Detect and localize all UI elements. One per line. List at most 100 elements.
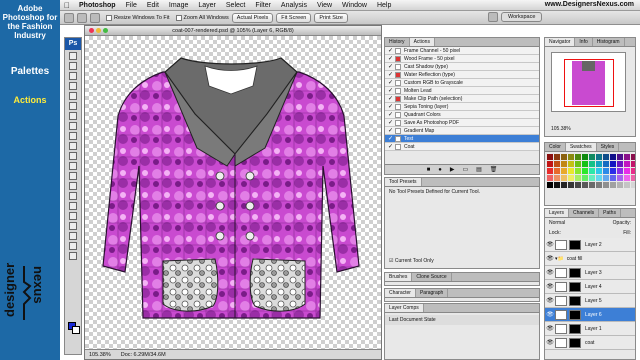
color-swatch[interactable] — [610, 161, 616, 167]
color-swatch[interactable] — [617, 154, 623, 160]
menu-analysis[interactable]: Analysis — [276, 2, 312, 9]
close-icon[interactable] — [89, 28, 94, 33]
visibility-eye-icon[interactable]: 👁 — [545, 297, 555, 304]
color-swatch[interactable] — [610, 154, 616, 160]
layer-row[interactable]: 👁 coat — [545, 336, 635, 350]
color-swatch[interactable] — [603, 161, 609, 167]
dialog-toggle-icon[interactable] — [395, 63, 401, 70]
play-icon[interactable]: ▶ — [450, 166, 455, 173]
action-check-icon[interactable]: ✓ — [388, 56, 394, 62]
color-swatch[interactable] — [624, 168, 630, 174]
action-check-icon[interactable]: ✓ — [388, 112, 394, 118]
menu-photoshop[interactable]: Photoshop — [74, 2, 121, 9]
color-swatch[interactable] — [554, 161, 560, 167]
hand-tool-icon[interactable] — [69, 242, 77, 250]
lasso-tool-icon[interactable] — [69, 72, 77, 80]
dialog-toggle-icon[interactable] — [395, 127, 401, 134]
blur-tool-icon[interactable] — [69, 172, 77, 180]
color-swatch[interactable] — [624, 175, 630, 181]
color-swatch[interactable] — [631, 175, 635, 181]
color-swatch[interactable] — [547, 175, 553, 181]
minimize-icon[interactable] — [96, 28, 101, 33]
color-swatch[interactable] — [554, 175, 560, 181]
eraser-tool-icon[interactable] — [69, 152, 77, 160]
action-check-icon[interactable]: ✓ — [388, 144, 394, 150]
color-swatch[interactable] — [631, 182, 635, 188]
menu-filter[interactable]: Filter — [250, 2, 276, 9]
layer-row[interactable]: 👁 Layer 2 — [545, 238, 635, 252]
tab-paths[interactable]: Paths — [599, 209, 621, 217]
color-swatch[interactable] — [603, 175, 609, 181]
color-swatch[interactable] — [547, 154, 553, 160]
color-swatch[interactable] — [561, 168, 567, 174]
color-swatch[interactable] — [617, 161, 623, 167]
action-check-icon[interactable]: ✓ — [388, 64, 394, 70]
blend-mode-select[interactable]: Normal — [549, 220, 565, 226]
color-swatch[interactable] — [575, 161, 581, 167]
menu-view[interactable]: View — [312, 2, 337, 9]
visibility-eye-icon[interactable]: 👁 — [545, 325, 555, 332]
color-swatch[interactable] — [596, 154, 602, 160]
color-swatch[interactable] — [631, 168, 635, 174]
tab-info[interactable]: Info — [575, 38, 593, 46]
visibility-eye-icon[interactable]: 👁 — [545, 241, 555, 248]
color-swatch[interactable] — [603, 168, 609, 174]
tab-clone-source[interactable]: Clone Source — [412, 273, 452, 281]
action-item[interactable]: ✓ Cast Shadow (type) — [385, 63, 539, 71]
zoom-tool-icon-box[interactable] — [69, 252, 77, 260]
notes-tool-icon[interactable] — [69, 232, 77, 240]
layer-row[interactable]: 👁 Layer 1 — [545, 322, 635, 336]
color-swatch[interactable] — [582, 182, 588, 188]
layer-row[interactable]: 👁 Layer 6 — [545, 308, 635, 322]
action-check-icon[interactable]: ✓ — [388, 128, 394, 134]
color-swatch[interactable] — [589, 154, 595, 160]
history-brush-tool-icon[interactable] — [69, 142, 77, 150]
gradient-tool-icon[interactable] — [69, 162, 77, 170]
crop-tool-icon[interactable] — [69, 92, 77, 100]
tab-histogram[interactable]: Histogram — [593, 38, 625, 46]
record-icon[interactable]: ● — [438, 167, 442, 173]
color-swatch[interactable] — [617, 182, 623, 188]
dialog-toggle-icon[interactable] — [395, 87, 401, 94]
status-zoom[interactable]: 105.38% — [89, 352, 111, 358]
color-swatch[interactable] — [610, 175, 616, 181]
stop-icon[interactable]: ■ — [427, 167, 431, 173]
action-item[interactable]: ✓ Sepia Toning (layer) — [385, 103, 539, 111]
action-item[interactable]: ✓ Frame Channel - 50 pixel — [385, 47, 539, 55]
action-check-icon[interactable]: ✓ — [388, 104, 394, 110]
tab-styles[interactable]: Styles — [597, 143, 620, 151]
color-swatch[interactable] — [582, 168, 588, 174]
layer-group-row[interactable]: 👁 ▾📁 coat fill — [545, 252, 635, 266]
color-swatch[interactable] — [568, 161, 574, 167]
resize-windows-checkbox[interactable]: Resize Windows To Fit — [106, 14, 170, 21]
tab-channels[interactable]: Channels — [569, 209, 600, 217]
tab-navigator[interactable]: Navigator — [545, 38, 576, 46]
color-swatch[interactable] — [568, 168, 574, 174]
color-swatch[interactable] — [582, 154, 588, 160]
tab-brushes[interactable]: Brushes — [385, 273, 413, 281]
tab-history[interactable]: History — [385, 38, 410, 46]
shape-tool-icon[interactable] — [69, 222, 77, 230]
tab-layers[interactable]: Layers — [545, 209, 570, 217]
color-swatch[interactable] — [575, 182, 581, 188]
color-swatch[interactable] — [624, 182, 630, 188]
dialog-toggle-icon[interactable] — [395, 79, 401, 86]
action-item[interactable]: ✓ Quadrant Colors — [385, 111, 539, 119]
color-swatch[interactable] — [603, 182, 609, 188]
dialog-toggle-icon[interactable] — [395, 135, 401, 142]
dialog-toggle-icon[interactable] — [395, 95, 401, 102]
tab-tool-presets[interactable]: Tool Presets — [385, 178, 422, 186]
color-swatch[interactable] — [568, 182, 574, 188]
layer-row[interactable]: 👁 Layer 3 — [545, 266, 635, 280]
action-check-icon[interactable]: ✓ — [388, 136, 394, 142]
action-check-icon[interactable]: ✓ — [388, 120, 394, 126]
document-title-bar[interactable]: coat-007-rendered.psd @ 105% (Layer 6, R… — [85, 26, 381, 36]
color-swatch[interactable] — [561, 154, 567, 160]
color-swatch[interactable] — [554, 168, 560, 174]
dialog-toggle-icon[interactable] — [395, 111, 401, 118]
background-color-swatch[interactable] — [72, 326, 80, 334]
menu-window[interactable]: Window — [337, 2, 372, 9]
action-item[interactable]: ✓ Save As Photoshop PDF — [385, 119, 539, 127]
action-check-icon[interactable]: ✓ — [388, 80, 394, 86]
color-swatch[interactable] — [624, 154, 630, 160]
